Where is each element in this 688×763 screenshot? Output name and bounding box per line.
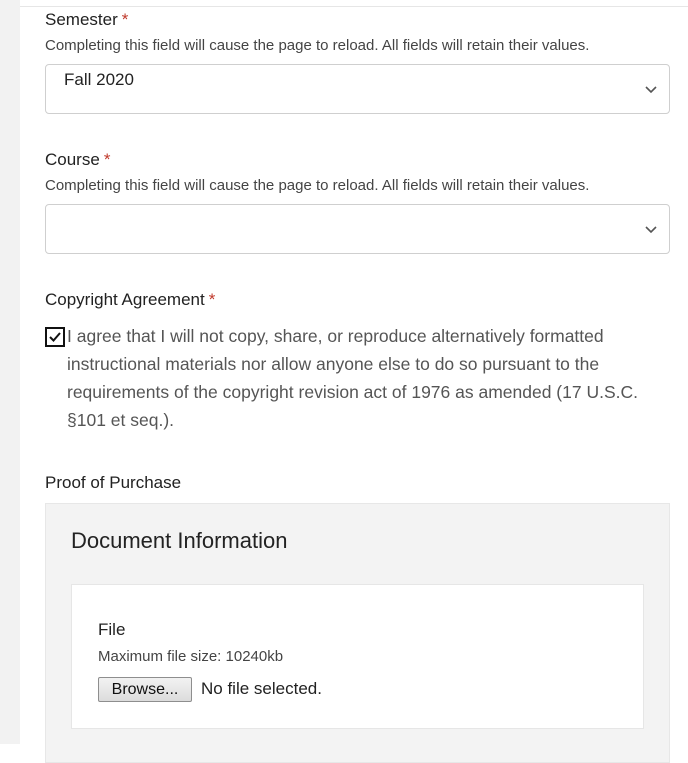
chevron-down-icon <box>645 86 657 94</box>
copyright-label: Copyright Agreement * <box>45 290 670 310</box>
file-status-text: No file selected. <box>201 679 322 698</box>
chevron-down-icon <box>645 226 657 234</box>
required-asterisk: * <box>208 290 216 309</box>
course-help-text: Completing this field will cause the pag… <box>45 177 590 194</box>
semester-label: Semester * <box>45 10 670 30</box>
course-select[interactable] <box>45 204 670 254</box>
semester-help-text: Completing this field will cause the pag… <box>45 37 590 54</box>
semester-label-text: Semester <box>45 10 118 29</box>
copyright-field: Copyright Agreement * I agree that I will… <box>45 290 670 434</box>
course-label: Course * <box>45 150 670 170</box>
semester-field: Semester * Completing this field will cau… <box>45 10 670 114</box>
panel-title: Document Information <box>71 528 288 553</box>
copyright-agreement-text: I agree that I will not copy, share, or … <box>67 326 638 430</box>
copyright-label-text: Copyright Agreement <box>45 290 205 309</box>
proof-of-purchase-label: Proof of Purchase <box>45 473 182 492</box>
file-size-help: Maximum file size: 10240kb <box>98 648 284 665</box>
top-divider <box>20 6 688 7</box>
semester-selected-value: Fall 2020 <box>64 70 134 89</box>
file-upload-card: File Maximum file size: 10240kb Browse..… <box>71 584 644 729</box>
document-information-panel: Document Information File Maximum file s… <box>45 503 670 763</box>
left-rail <box>0 0 20 744</box>
course-field: Course * Completing this field will cause… <box>45 150 670 254</box>
copyright-checkbox-row: I agree that I will not copy, share, or … <box>45 322 670 434</box>
required-asterisk: * <box>121 10 129 29</box>
browse-button[interactable]: Browse... <box>98 677 192 702</box>
checkmark-icon <box>49 332 61 342</box>
semester-select[interactable]: Fall 2020 <box>45 64 670 114</box>
course-label-text: Course <box>45 150 100 169</box>
file-label: File <box>98 620 126 639</box>
copyright-checkbox[interactable] <box>45 327 65 347</box>
required-asterisk: * <box>103 150 111 169</box>
